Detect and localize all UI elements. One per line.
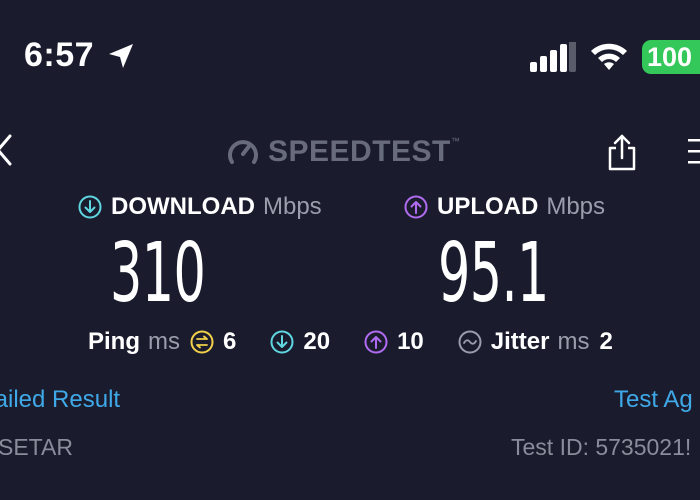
upload-arrow-icon bbox=[404, 195, 428, 219]
trademark: ™ bbox=[450, 136, 460, 146]
upload-value: 95.1 bbox=[438, 226, 549, 321]
test-id: Test ID: 5735021! bbox=[511, 434, 692, 460]
test-again-link[interactable]: Test Ag bbox=[614, 386, 693, 414]
idle-ping-value: 6 bbox=[223, 328, 237, 355]
wifi-icon bbox=[591, 43, 627, 70]
speedtest-logo: SPEEDTEST ™ bbox=[226, 134, 460, 170]
cellular-signal-icon bbox=[530, 42, 576, 72]
ping-unit: ms bbox=[148, 328, 180, 355]
ping-row: Ping ms 6 20 10 Jitter ms 2 bbox=[88, 327, 633, 357]
location-arrow-icon bbox=[109, 44, 133, 68]
jitter-unit: ms bbox=[557, 328, 590, 355]
status-time: 6:57 bbox=[24, 36, 95, 74]
download-arrow-icon bbox=[78, 195, 102, 219]
upload-ping-icon bbox=[364, 330, 388, 354]
idle-ping-icon bbox=[190, 330, 214, 354]
download-unit: Mbps bbox=[262, 193, 322, 220]
chevron-left-icon[interactable] bbox=[0, 132, 16, 168]
upload-header: UPLOAD Mbps bbox=[404, 193, 605, 221]
jitter-value: 2 bbox=[599, 328, 613, 355]
gauge-icon bbox=[228, 140, 258, 164]
menu-icon[interactable] bbox=[688, 136, 700, 166]
jitter-icon bbox=[458, 330, 482, 354]
battery-indicator: 100 bbox=[642, 40, 700, 74]
download-ping-icon bbox=[270, 330, 294, 354]
upload-unit: Mbps bbox=[546, 193, 606, 220]
download-value: 310 bbox=[110, 226, 206, 321]
ping-label: Ping bbox=[88, 328, 140, 355]
logo-text: SPEEDTEST bbox=[268, 135, 451, 168]
download-label: DOWNLOAD bbox=[111, 193, 255, 220]
detailed-result-link[interactable]: tailed Result bbox=[0, 386, 120, 414]
isp-name: SETAR bbox=[0, 434, 73, 460]
upload-label: UPLOAD bbox=[437, 193, 539, 220]
download-ping-value: 20 bbox=[303, 328, 331, 355]
download-header: DOWNLOAD Mbps bbox=[78, 193, 322, 221]
upload-ping-value: 10 bbox=[397, 328, 424, 355]
share-icon[interactable] bbox=[604, 132, 640, 172]
jitter-label: Jitter bbox=[490, 328, 550, 355]
